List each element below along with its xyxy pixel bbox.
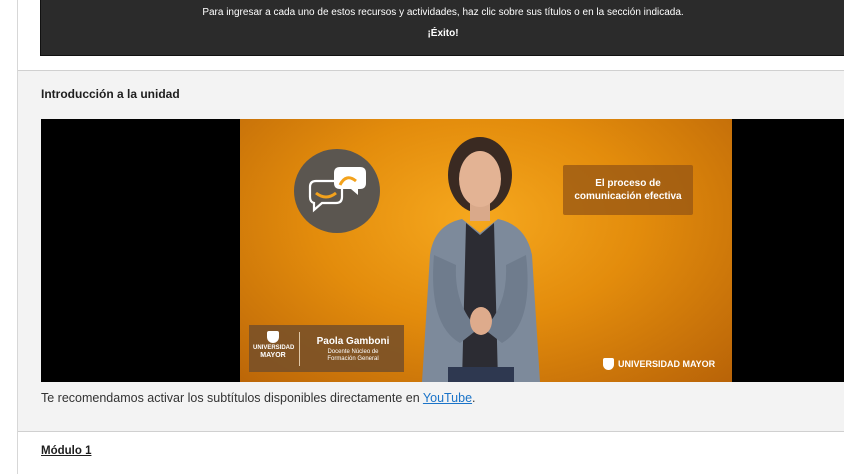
instructions-banner: Para ingresar a cada uno de estos recurs… xyxy=(40,0,844,56)
video-title-card: El proceso de comunicación efectiva xyxy=(563,165,693,215)
module-1-link[interactable]: Módulo 1 xyxy=(41,445,91,457)
name-tag-divider xyxy=(299,332,300,366)
banner-instructions-text: Para ingresar a cada uno de estos recurs… xyxy=(202,7,684,18)
video-player[interactable]: El proceso de comunicación efectiva UNIV… xyxy=(41,119,844,382)
subtitle-recommendation: Te recomendamos activar los subtítulos d… xyxy=(41,391,476,405)
shield-icon xyxy=(603,358,614,370)
recommend-end: . xyxy=(472,391,476,405)
brand-text: UNIVERSIDAD MAYOR xyxy=(618,359,716,369)
brand-watermark: UNIVERSIDAD MAYOR xyxy=(603,358,715,370)
youtube-link[interactable]: YouTube xyxy=(423,391,472,405)
presenter-name-tag: UNIVERSIDAD MAYOR Paola Gamboni Docente … xyxy=(249,325,404,372)
video-title-line1: El proceso de xyxy=(595,178,661,189)
presenter-figure xyxy=(400,135,566,382)
recommend-text: Te recomendamos activar los subtítulos d… xyxy=(41,391,423,405)
chat-bubbles-icon xyxy=(294,149,380,233)
presenter-name: Paola Gamboni xyxy=(316,336,390,347)
video-title-line2: comunicación efectiva xyxy=(574,191,682,202)
logo-line2: MAYOR xyxy=(260,352,286,359)
video-frame[interactable]: El proceso de comunicación efectiva UNIV… xyxy=(240,119,732,382)
university-logo: UNIVERSIDAD MAYOR xyxy=(253,331,295,367)
presenter-role-line1: Docente Núcleo de xyxy=(327,349,379,355)
banner-success-text: ¡Éxito! xyxy=(427,28,459,39)
shield-icon xyxy=(267,331,279,343)
section-title: Introducción a la unidad xyxy=(41,87,180,101)
intro-section: Introducción a la unidad El proceso de c… xyxy=(18,70,844,432)
logo-line1: UNIVERSIDAD xyxy=(253,345,295,351)
presenter-role-line2: Formación General xyxy=(327,356,379,362)
